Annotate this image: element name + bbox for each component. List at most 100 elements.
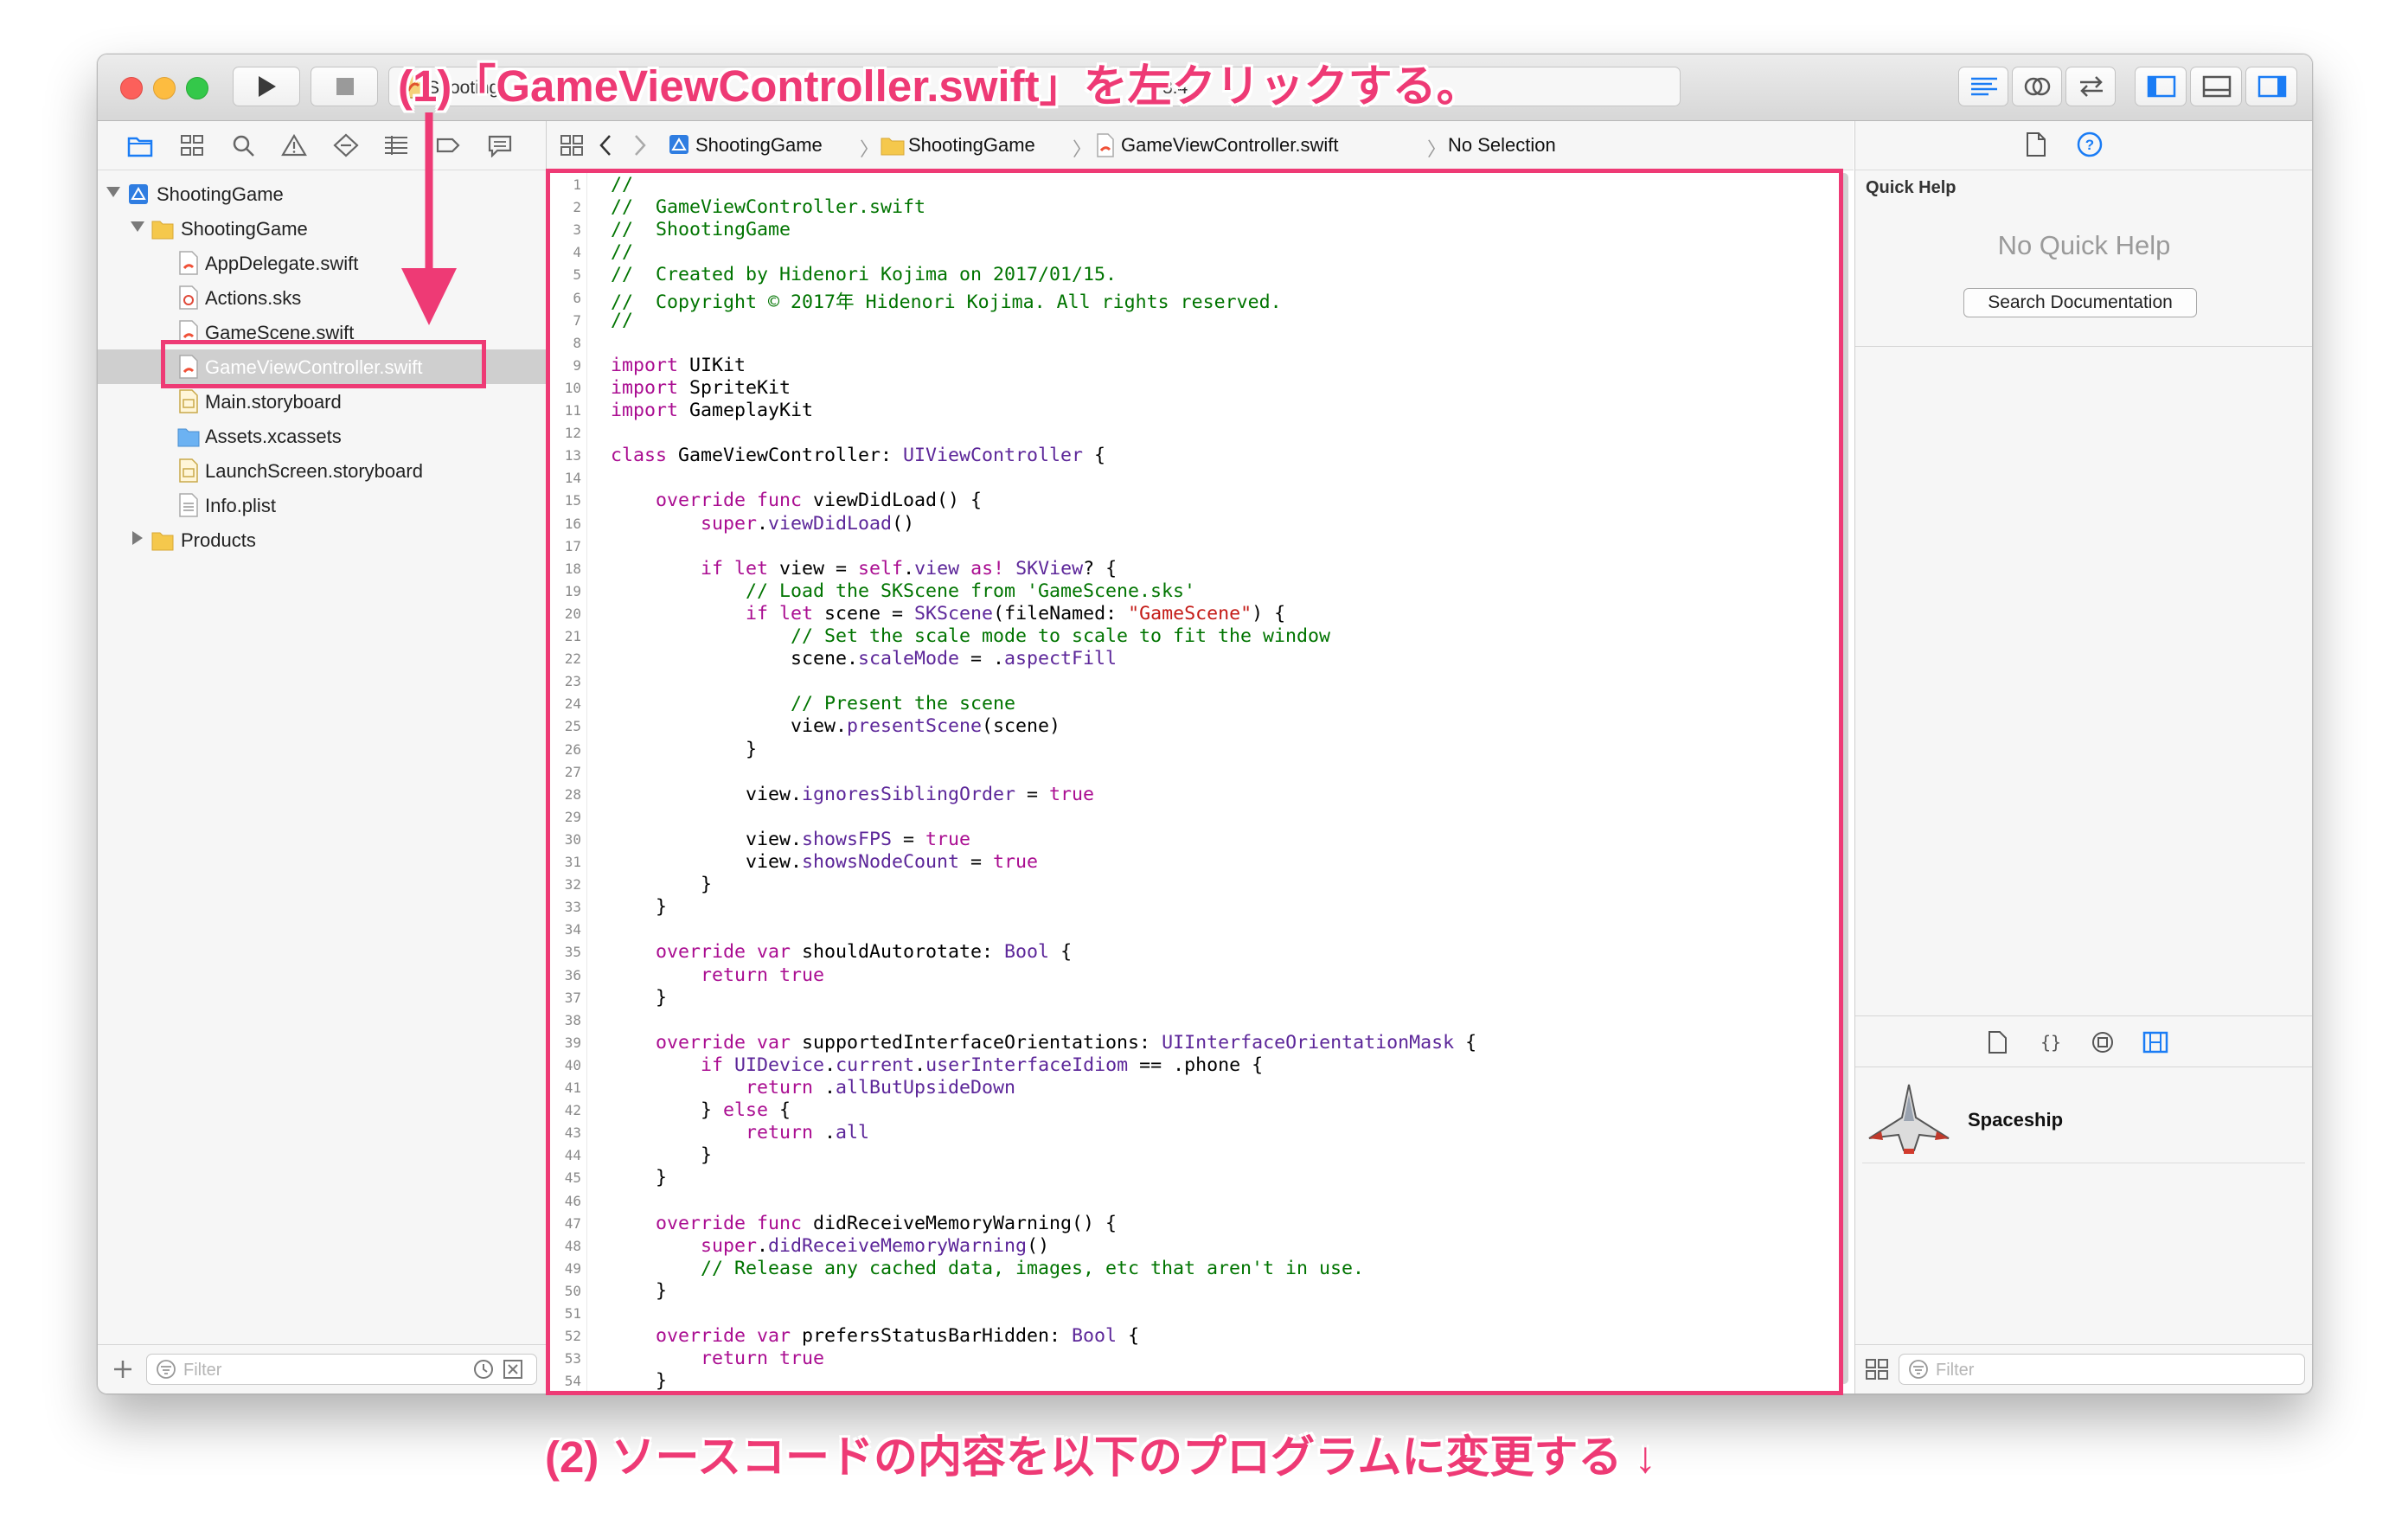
navigator-filter-field[interactable]: Filter — [146, 1354, 537, 1385]
folder-icon — [881, 138, 905, 156]
quick-help-title: Quick Help — [1866, 178, 1956, 197]
swift-file-icon — [1097, 133, 1114, 157]
stop-icon — [336, 78, 354, 95]
utilities-panel-icon — [2258, 75, 2287, 98]
plist-icon — [179, 493, 198, 517]
file-inspector-icon[interactable] — [2025, 131, 2047, 157]
assets-folder-icon — [177, 428, 200, 447]
tree-item-label: Info.plist — [205, 495, 276, 516]
filter-icon — [157, 1360, 176, 1379]
tree-item-products[interactable]: Products — [98, 522, 546, 557]
forward-chevron-icon[interactable] — [631, 133, 649, 157]
file-template-icon[interactable] — [1987, 1030, 2009, 1054]
media-library-icon[interactable] — [2142, 1030, 2168, 1054]
jumpbar-group[interactable]: ShootingGame — [908, 134, 1035, 157]
spaceship-icon — [1868, 1084, 1950, 1154]
version-editor-icon — [2080, 76, 2103, 97]
inspector-selector-bar: ? — [1855, 121, 2312, 170]
search-documentation-button[interactable]: Search Documentation — [1963, 288, 2197, 317]
tree-item-project[interactable]: ShootingGame — [98, 176, 546, 211]
tree-item-group-shootinggame[interactable]: ShootingGame — [98, 211, 546, 246]
tree-item-label: Actions.sks — [205, 287, 302, 309]
svg-text:{}: {} — [2040, 1032, 2061, 1053]
annotation-step-1: (1)「GameViewController.swift」を左クリックする。 — [398, 61, 1481, 111]
jumpbar-separator-icon: 〉 — [860, 138, 880, 160]
filter-placeholder: Filter — [1936, 1361, 1975, 1380]
stop-button[interactable] — [311, 67, 378, 106]
no-quick-help-text: No Quick Help — [1997, 230, 2171, 260]
navigator-footer: Filter — [98, 1344, 546, 1393]
tree-item-assets[interactable]: Assets.xcassets — [98, 419, 546, 453]
tree-item-label: AppDelegate.swift — [205, 253, 359, 274]
tree-item-appdelegate[interactable]: AppDelegate.swift — [98, 246, 546, 280]
related-items-icon[interactable] — [559, 133, 585, 157]
jumpbar-separator-icon: 〉 — [1073, 138, 1092, 160]
play-icon — [259, 76, 276, 97]
highlight-box-editor — [546, 169, 1843, 1395]
minimize-window-button[interactable] — [153, 77, 176, 99]
library-filter-field[interactable]: Filter — [1899, 1354, 2305, 1385]
grid-view-icon[interactable] — [1864, 1357, 1890, 1381]
sks-file-icon — [179, 285, 198, 310]
zoom-window-button[interactable] — [186, 77, 208, 99]
library-selector-bar: {} — [1855, 1015, 2312, 1067]
search-icon[interactable] — [231, 133, 257, 157]
add-icon[interactable] — [112, 1358, 134, 1380]
standard-editor-icon — [1971, 77, 1997, 96]
assistant-editor-icon — [2024, 77, 2051, 96]
report-navigator-icon[interactable] — [487, 133, 513, 157]
back-chevron-icon[interactable] — [597, 133, 614, 157]
jumpbar-separator-icon: 〉 — [1427, 138, 1447, 160]
assistant-editor-button[interactable] — [2012, 67, 2062, 106]
toggle-debug-area-button[interactable] — [2190, 67, 2242, 106]
storyboard-icon — [179, 389, 198, 413]
navigator-panel-icon — [2147, 75, 2176, 98]
disclosure-triangle-open[interactable] — [131, 221, 144, 232]
run-button[interactable] — [233, 67, 300, 106]
recent-files-icon[interactable] — [472, 1358, 495, 1380]
code-snippet-icon[interactable]: {} — [2039, 1030, 2063, 1054]
tree-item-label: ShootingGame — [181, 218, 308, 240]
tree-item-launchscreen[interactable]: LaunchScreen.storyboard — [98, 453, 546, 488]
quick-help-icon[interactable]: ? — [2077, 131, 2103, 157]
close-window-button[interactable] — [120, 77, 143, 99]
tree-item-label: ShootingGame — [157, 183, 284, 205]
version-editor-button[interactable] — [2065, 67, 2116, 106]
toggle-utilities-button[interactable] — [2245, 67, 2297, 106]
tree-item-actions-sks[interactable]: Actions.sks — [98, 280, 546, 315]
library-item-label: Spaceship — [1968, 1109, 2064, 1131]
toggle-navigator-button[interactable] — [2135, 67, 2187, 106]
tree-item-label: Products — [181, 529, 256, 551]
filter-icon — [1909, 1360, 1928, 1379]
standard-editor-button[interactable] — [1958, 67, 2008, 106]
jumpbar-project[interactable]: ShootingGame — [695, 134, 823, 157]
folder-icon — [151, 221, 174, 240]
warning-icon[interactable] — [281, 133, 307, 157]
tree-item-label: Main.storyboard — [205, 391, 342, 413]
filter-placeholder: Filter — [183, 1361, 222, 1380]
library-item-spaceship[interactable]: Spaceship — [1862, 1078, 2305, 1163]
tree-item-main-storyboard[interactable]: Main.storyboard — [98, 384, 546, 419]
disclosure-triangle-open[interactable] — [106, 187, 120, 197]
disclosure-triangle-closed[interactable] — [132, 531, 143, 545]
symbol-navigator-icon[interactable] — [179, 133, 205, 157]
inspector-divider — [1855, 346, 2312, 347]
debug-panel-icon — [2202, 75, 2232, 98]
folder-icon[interactable] — [127, 133, 153, 157]
project-navigator: ShootingGame ShootingGame AppDelegate.sw… — [98, 121, 547, 1393]
jumpbar-file[interactable]: GameViewController.swift — [1121, 134, 1338, 157]
tree-item-label: Assets.xcassets — [205, 426, 342, 447]
navigator-selector-bar — [98, 121, 546, 170]
source-control-filter-icon[interactable] — [502, 1358, 524, 1380]
highlight-box-file — [161, 340, 486, 388]
tree-item-label: LaunchScreen.storyboard — [205, 460, 423, 482]
test-diamond-icon[interactable] — [333, 133, 359, 157]
jumpbar-symbol[interactable]: No Selection — [1448, 134, 1556, 157]
tree-item-info-plist[interactable]: Info.plist — [98, 488, 546, 522]
object-library-icon[interactable] — [2091, 1030, 2115, 1054]
storyboard-icon — [179, 458, 198, 483]
down-arrow-icon — [401, 112, 457, 325]
annotation-step-2: (2) ソースコードの内容を以下のプログラムに変更する ↓ — [545, 1432, 1657, 1482]
project-icon — [669, 135, 688, 154]
library-footer: Filter — [1855, 1344, 2312, 1393]
